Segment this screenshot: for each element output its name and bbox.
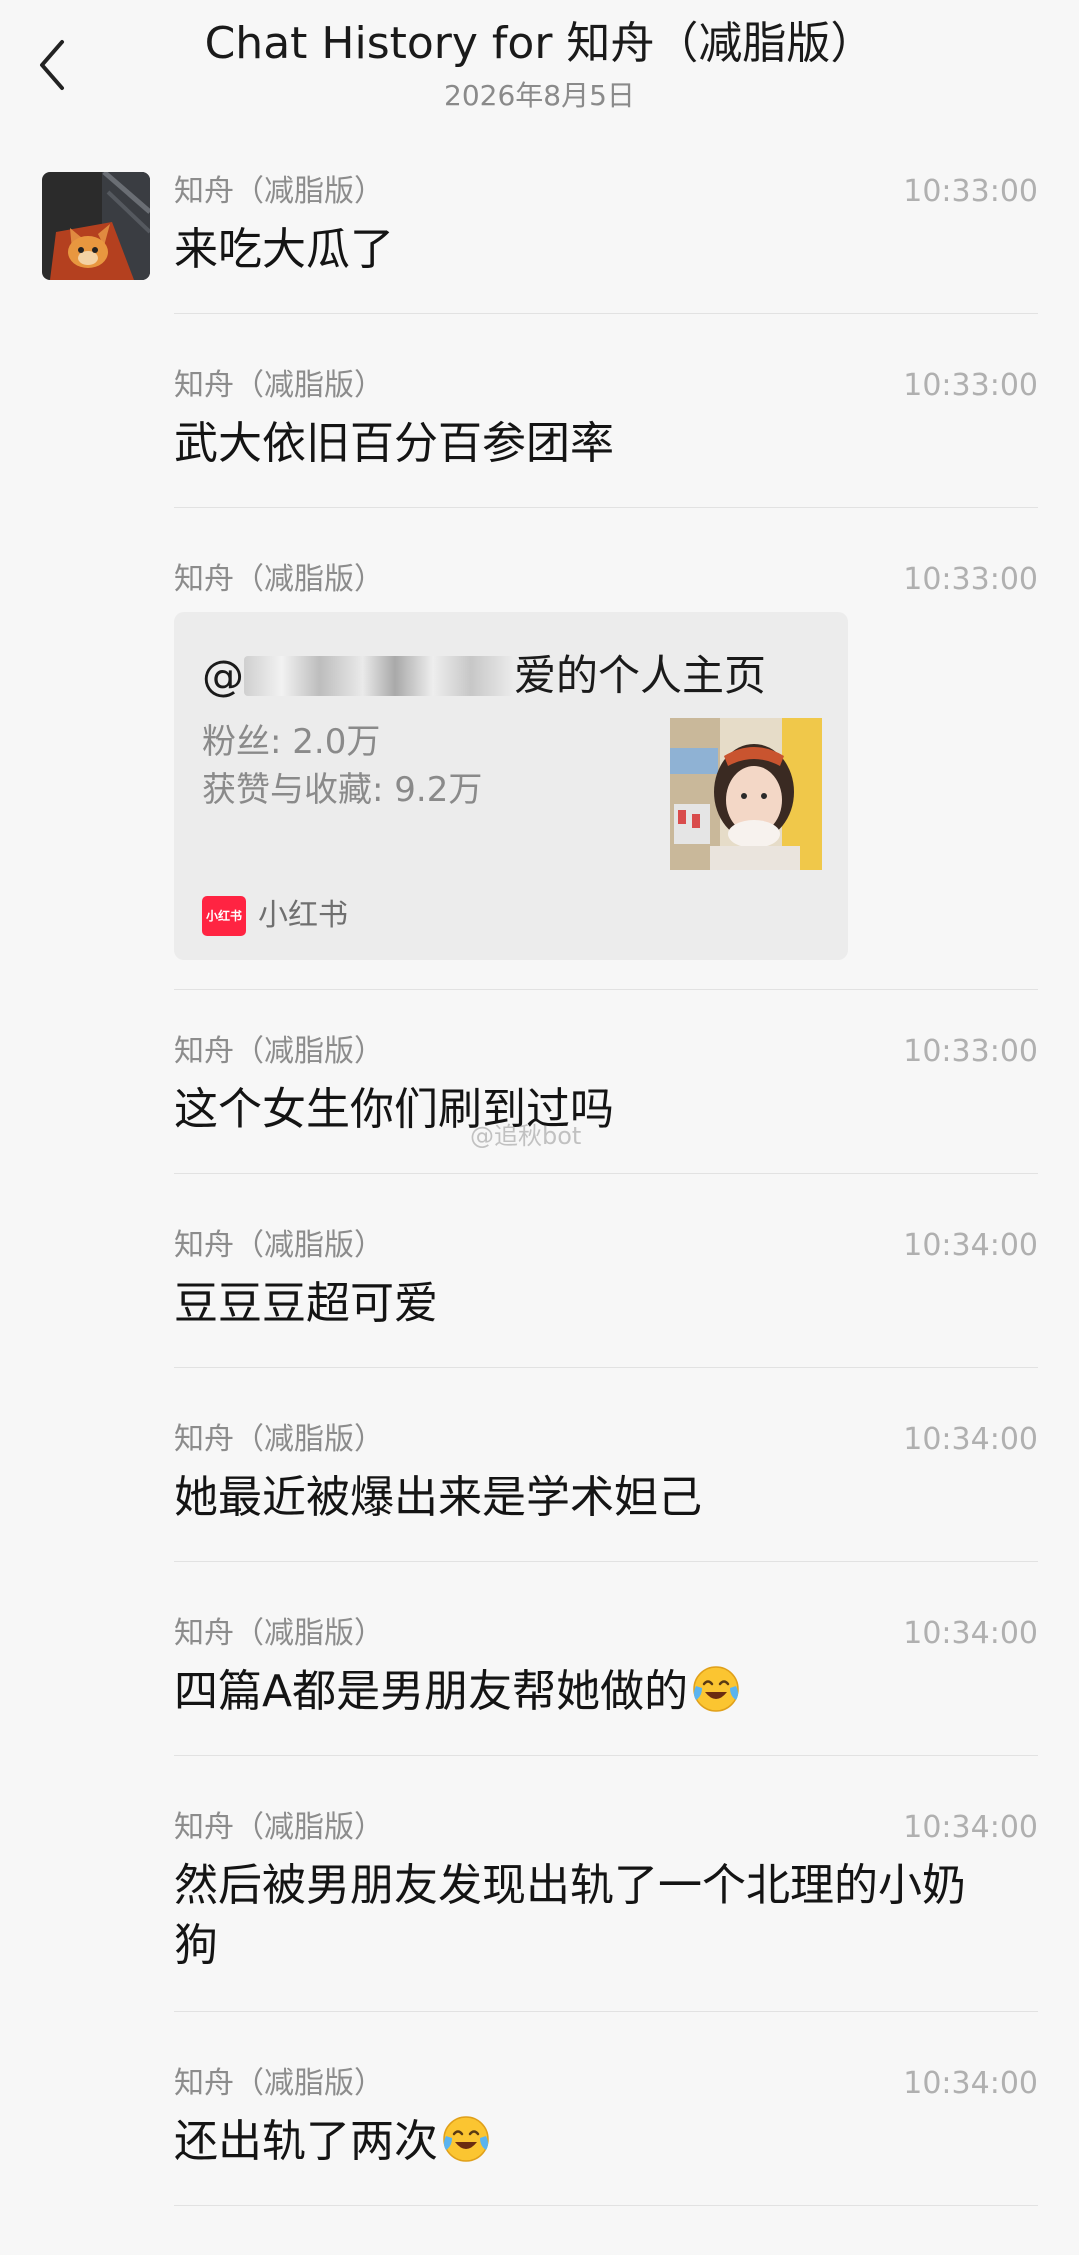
chat-history-page: Chat History for 知舟（减脂版） 2026年8月5日 知舟（减脂…: [0, 0, 1079, 2255]
message-time: 10:34:00: [903, 1616, 1038, 1651]
message-divider: [174, 313, 1038, 314]
message-divider: [174, 507, 1038, 508]
message-time: 10:34:00: [903, 1422, 1038, 1457]
message-divider: [174, 1367, 1038, 1368]
card-likes-count: 获赞与收藏: 9.2万: [202, 770, 483, 810]
message-text-content: 四篇A都是男朋友帮她做的: [174, 1666, 689, 1717]
card-title-suffix: 爱的个人主页: [514, 651, 767, 700]
message-text[interactable]: 四篇A都是男朋友帮她做的: [174, 1662, 1024, 1722]
message-text[interactable]: 这个女生你们刷到过吗: [174, 1080, 1024, 1140]
message-divider: [174, 2011, 1038, 2012]
xiaohongshu-logo-icon: 小红书: [202, 896, 246, 936]
chat-date: 2026年8月5日: [444, 79, 635, 112]
chat-message: 知舟（减脂版） 10:34:00 她最近被爆出来是学术妲己: [174, 1420, 1038, 1564]
chat-message: 知舟（减脂版） 10:33:00 来吃大瓜了: [174, 172, 1038, 316]
page-title: Chat History for 知舟（减脂版）: [204, 18, 875, 69]
crying-laughing-emoji-icon: [443, 2116, 489, 2162]
message-divider: [174, 2205, 1038, 2206]
chat-message: 知舟（减脂版） 10:33:00 @ 爱的个人主页 粉丝: 2.0万 获赞与收藏:…: [174, 560, 1038, 992]
message-divider: [174, 1561, 1038, 1562]
message-time: 10:34:00: [903, 1810, 1038, 1845]
message-sender: 知舟（减脂版）: [174, 368, 384, 403]
redacted-username: [244, 656, 514, 696]
chat-message: 知舟（减脂版） 10:34:00 然后被男朋友发现出轨了一个北理的小奶狗: [174, 1808, 1038, 2014]
profile-thumbnail: [670, 718, 822, 870]
message-time: 10:33:00: [903, 174, 1038, 209]
card-title: @ 爱的个人主页: [202, 648, 822, 704]
message-sender: 知舟（减脂版）: [174, 562, 384, 597]
message-text-content: 还出轨了两次: [174, 2116, 438, 2167]
message-time: 10:33:00: [903, 1034, 1038, 1069]
chat-message: 知舟（减脂版） 10:34:00 四篇A都是男朋友帮她做的: [174, 1614, 1038, 1758]
message-sender: 知舟（减脂版）: [174, 1034, 384, 1069]
message-divider: [174, 1173, 1038, 1174]
message-sender: 知舟（减脂版）: [174, 1810, 384, 1845]
chat-message: 知舟（减脂版） 10:34:00 还出轨了两次: [174, 2064, 1038, 2208]
message-text[interactable]: 她最近被爆出来是学术妲己: [174, 1468, 1024, 1528]
shared-profile-card[interactable]: @ 爱的个人主页 粉丝: 2.0万 获赞与收藏: 9.2万 小红书 小红书: [174, 612, 848, 960]
message-text[interactable]: 来吃大瓜了: [174, 220, 1024, 280]
chat-message: 知舟（减脂版） 10:33:00 这个女生你们刷到过吗: [174, 1032, 1038, 1176]
crying-laughing-emoji-icon: [693, 1666, 739, 1712]
message-sender: 知舟（减脂版）: [174, 1616, 384, 1651]
message-sender: 知舟（减脂版）: [174, 174, 384, 209]
watermark: @追秋bot: [470, 1122, 582, 1150]
header: Chat History for 知舟（减脂版） 2026年8月5日: [0, 0, 1079, 130]
message-sender: 知舟（减脂版）: [174, 2066, 384, 2101]
cat-avatar-image: [42, 172, 150, 280]
message-time: 10:33:00: [903, 368, 1038, 403]
chat-message: 知舟（减脂版） 10:34:00 豆豆豆超可爱: [174, 1226, 1038, 1370]
avatar[interactable]: [42, 172, 150, 280]
message-text[interactable]: 还出轨了两次: [174, 2112, 1024, 2172]
message-text[interactable]: 武大依旧百分百参团率: [174, 414, 1024, 474]
message-time: 10:33:00: [903, 562, 1038, 597]
message-sender: 知舟（减脂版）: [174, 1422, 384, 1457]
message-text[interactable]: 然后被男朋友发现出轨了一个北理的小奶狗: [174, 1856, 1004, 1976]
message-divider: [174, 1755, 1038, 1756]
message-divider: [174, 989, 1038, 990]
card-title-prefix: @: [202, 651, 244, 700]
card-source-name: 小红书: [258, 898, 348, 933]
profile-photo-image: [670, 718, 822, 870]
message-time: 10:34:00: [903, 1228, 1038, 1263]
chat-message: 知舟（减脂版） 10:33:00 武大依旧百分百参团率: [174, 366, 1038, 510]
message-time: 10:34:00: [903, 2066, 1038, 2101]
message-sender: 知舟（减脂版）: [174, 1228, 384, 1263]
card-fans-count: 粉丝: 2.0万: [202, 722, 381, 762]
message-text[interactable]: 豆豆豆超可爱: [174, 1274, 1024, 1334]
